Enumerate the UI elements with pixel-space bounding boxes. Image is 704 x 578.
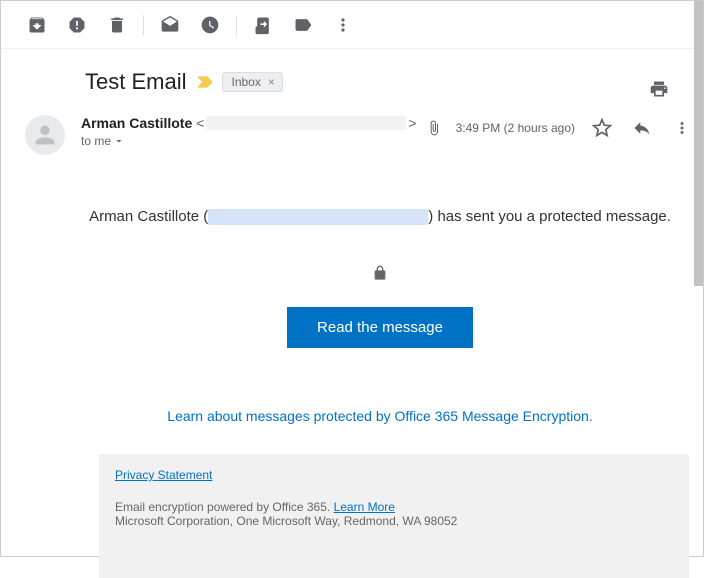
timestamp: 3:49 PM (2 hours ago)	[456, 121, 575, 135]
body-suffix-text: has sent you a protected message.	[437, 208, 670, 225]
archive-icon	[27, 15, 47, 35]
sender-name: Arman Castillote	[81, 115, 192, 131]
read-message-button[interactable]: Read the message	[287, 307, 473, 348]
recipient-text: to me	[81, 134, 111, 148]
print-icon	[649, 79, 669, 99]
reply-icon	[632, 118, 652, 138]
message-more-button[interactable]	[669, 115, 695, 141]
more-vert-icon	[333, 15, 353, 35]
label-chip-remove[interactable]: ×	[265, 75, 278, 89]
avatar	[25, 115, 65, 155]
trash-icon	[107, 15, 127, 35]
label-chip-text: Inbox	[231, 75, 260, 89]
snooze-button[interactable]	[190, 5, 230, 45]
clock-icon	[200, 15, 220, 35]
toolbar-separator	[143, 15, 144, 35]
star-button[interactable]	[589, 115, 615, 141]
body-email-redacted	[208, 209, 428, 225]
message-meta: 3:49 PM (2 hours ago)	[426, 115, 695, 141]
more-vert-icon	[673, 119, 691, 137]
mail-icon	[160, 15, 180, 35]
print-button[interactable]	[639, 69, 679, 109]
star-outline-icon	[592, 118, 612, 138]
archive-button[interactable]	[17, 5, 57, 45]
spam-icon	[67, 15, 87, 35]
learn-more-link[interactable]: Learn More	[334, 500, 395, 514]
body-sender-name: Arman Castillote	[89, 208, 199, 225]
sender-row: Arman Castillote < > to me 3:49 PM (2 ho…	[81, 115, 679, 148]
lock-indicator	[81, 265, 679, 285]
dropdown-arrow-icon	[113, 135, 125, 147]
privacy-statement-link[interactable]: Privacy Statement	[115, 468, 212, 482]
message-body: Arman Castillote () has sent you a prote…	[81, 178, 679, 578]
footer-box: Privacy Statement Email encryption power…	[99, 454, 689, 578]
angle-bracket-close: >	[408, 115, 416, 131]
subject-row: Test Email Inbox ×	[85, 69, 679, 95]
attachment-icon[interactable]	[426, 120, 442, 136]
folder-move-icon	[253, 15, 273, 35]
subject-text: Test Email	[85, 69, 186, 95]
footer-line-1: Email encryption powered by Office 365. …	[115, 500, 673, 514]
sender-email-redacted	[206, 116, 406, 130]
spam-button[interactable]	[57, 5, 97, 45]
learn-encryption-link[interactable]: Learn about messages protected by Office…	[81, 408, 679, 424]
delete-button[interactable]	[97, 5, 137, 45]
label-icon	[293, 15, 313, 35]
vertical-scrollbar[interactable]	[694, 1, 703, 556]
email-content: Test Email Inbox × Arman Castillote < > …	[1, 49, 703, 578]
more-button[interactable]	[323, 5, 363, 45]
important-marker-icon[interactable]	[196, 75, 214, 89]
scrollbar-thumb[interactable]	[694, 1, 703, 286]
label-chip[interactable]: Inbox ×	[222, 72, 282, 92]
mark-unread-button[interactable]	[150, 5, 190, 45]
footer-line-2: Microsoft Corporation, One Microsoft Way…	[115, 514, 673, 528]
labels-button[interactable]	[283, 5, 323, 45]
reply-button[interactable]	[629, 115, 655, 141]
toolbar-separator	[236, 15, 237, 35]
email-toolbar	[1, 1, 703, 49]
move-to-button[interactable]	[243, 5, 283, 45]
protected-message-line: Arman Castillote () has sent you a prote…	[81, 208, 679, 225]
angle-bracket-open: <	[196, 115, 204, 131]
person-icon	[31, 121, 59, 149]
lock-icon	[372, 265, 388, 281]
